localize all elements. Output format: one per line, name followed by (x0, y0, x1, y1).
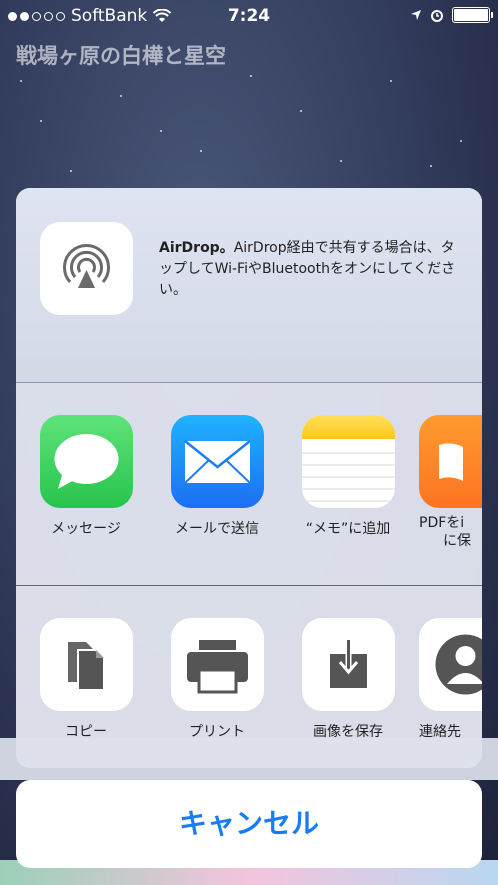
action-copy[interactable]: コピー (26, 618, 146, 741)
share-sheet: AirDrop。AirDrop経由で共有する場合は、タップしてWi-FiやBlu… (16, 188, 482, 768)
cancel-button[interactable]: キャンセル (16, 780, 482, 868)
contact-label: 連絡先 (419, 724, 461, 740)
battery-icon (452, 7, 493, 23)
app-row: メッセージ メールで送信 “メモ”に追加 PDFをi に保 (16, 383, 482, 586)
airdrop-description: AirDrop。AirDrop経由で共有する場合は、タップしてWi-FiやBlu… (159, 238, 459, 301)
copy-label: コピー (65, 724, 107, 740)
save-image-icon (301, 618, 395, 711)
airdrop-icon[interactable] (40, 222, 133, 315)
ibooks-label-line2: に保 (443, 533, 471, 549)
action-print[interactable]: プリント (157, 618, 277, 741)
alarm-icon (431, 10, 443, 22)
notes-label: “メモ”に追加 (305, 521, 391, 537)
print-icon (170, 618, 264, 711)
print-label: プリント (189, 724, 245, 740)
share-messages[interactable]: メッセージ (26, 415, 146, 538)
mail-icon (170, 415, 264, 508)
airdrop-section[interactable]: AirDrop。AirDrop経由で共有する場合は、タップしてWi-FiやBlu… (16, 188, 482, 383)
status-bar: SoftBank 7:24 (0, 0, 498, 36)
ibooks-label: PDFをi に保 (419, 514, 482, 550)
contact-icon (419, 618, 482, 711)
notes-icon (301, 415, 395, 508)
location-icon (411, 10, 421, 20)
share-notes[interactable]: “メモ”に追加 (288, 415, 408, 538)
messages-label: メッセージ (51, 521, 121, 537)
airdrop-heading: AirDrop。 (159, 240, 234, 256)
ibooks-label-line1: PDFをi (419, 515, 465, 531)
share-mail[interactable]: メールで送信 (157, 415, 277, 538)
mail-label: メールで送信 (175, 521, 259, 537)
messages-icon (39, 415, 133, 508)
page-title: 戦場ヶ原の白樺と星空 (16, 44, 226, 68)
action-contact[interactable]: 連絡先 (419, 618, 482, 741)
save-image-label: 画像を保存 (313, 724, 383, 740)
share-ibooks[interactable]: PDFをi に保 (419, 415, 482, 550)
action-save-image[interactable]: 画像を保存 (288, 618, 408, 741)
action-row: コピー プリント 画像を保存 連絡先 (16, 586, 482, 768)
ibooks-icon (419, 415, 482, 508)
copy-icon (39, 618, 133, 711)
